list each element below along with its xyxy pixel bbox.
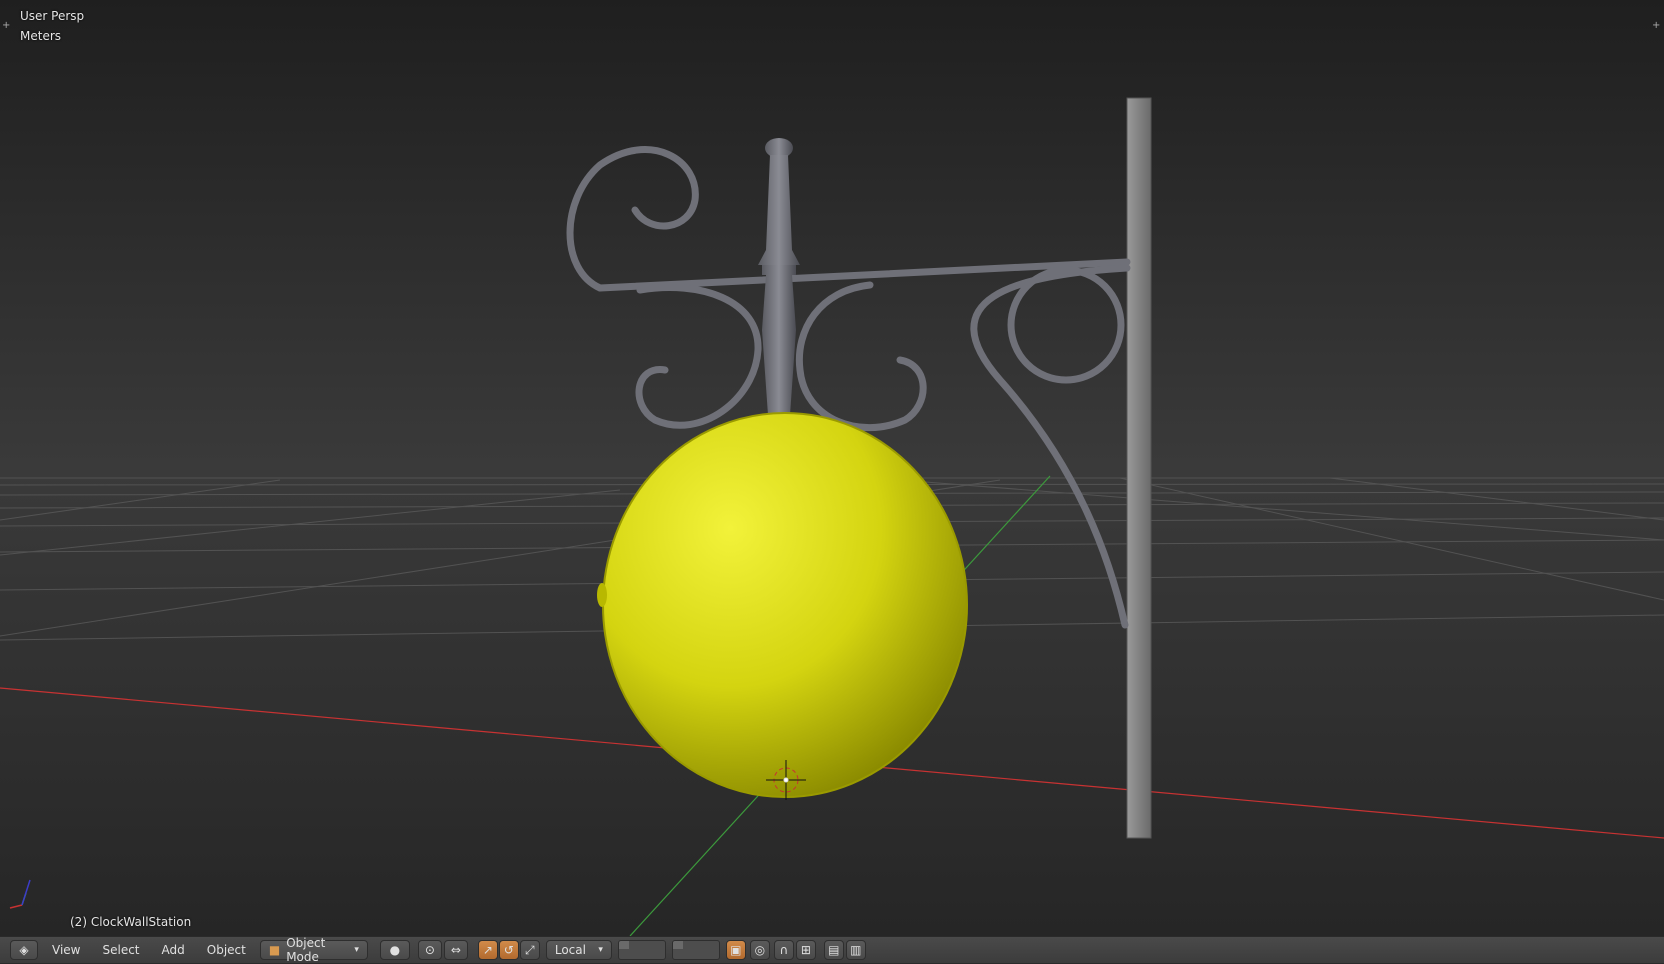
3d-viewport[interactable]: User Persp Meters (2) ClockWallStation +… [0, 0, 1664, 936]
dropdown-arrow-icon: ▾ [354, 945, 359, 955]
proportional-icon: ◎ [754, 943, 766, 957]
snap-toggle-button[interactable]: ∩ [773, 940, 794, 960]
menu-select[interactable]: Select [94, 940, 147, 960]
pivot-point-button[interactable]: ⊙ [417, 940, 442, 960]
mode-selector[interactable]: ■ Object Mode ▾ [259, 936, 368, 964]
dropdown-arrow-icon: ▾ [598, 945, 603, 955]
viewport-header-toolbar: ◈ View Select Add Object ■ Object Mode ▾… [0, 936, 1664, 964]
rotate-icon: ↺ [503, 943, 514, 957]
translate-manipulator-button[interactable]: ↗ [477, 940, 498, 960]
layer-buttons-1[interactable] [617, 940, 666, 960]
scale-manipulator-button[interactable]: ⤢ [519, 940, 540, 960]
scale-icon: ⤢ [525, 942, 535, 957]
lock-camera-button[interactable]: ▣ [725, 940, 746, 960]
menu-add[interactable]: Add [154, 940, 193, 960]
magnet-icon: ∩ [779, 943, 789, 957]
menu-object[interactable]: Object [199, 940, 254, 960]
area-split-handle-right[interactable]: + [1652, 20, 1660, 31]
viewport-scene[interactable] [0, 0, 1664, 936]
menu-view[interactable]: View [44, 940, 88, 960]
viewport-shading-button[interactable]: ● [379, 940, 410, 960]
render-opengl-button[interactable]: ▤ [823, 940, 844, 960]
render-animation-button[interactable]: ▥ [845, 940, 866, 960]
manipulator-icon: ⇔ [450, 943, 461, 957]
manipulator-toggle-button[interactable]: ⇔ [443, 940, 468, 960]
orientation-label: Local [554, 943, 586, 957]
clock-knob [597, 583, 607, 607]
camera-icon: ▤ [828, 943, 840, 957]
area-split-handle-left[interactable]: + [2, 20, 10, 31]
view-name-label: User Persp [20, 9, 85, 23]
wall-post [1126, 97, 1152, 839]
snap-element-button[interactable]: ⊞ [795, 940, 816, 960]
snap-icon: ⊞ [800, 943, 811, 957]
editor-type-icon[interactable]: ◈ [10, 940, 38, 960]
clapper-icon: ▥ [850, 943, 862, 957]
cube-icon: ■ [268, 943, 281, 957]
units-label: Meters [20, 29, 62, 43]
mode-label: Object Mode [286, 936, 326, 964]
layer-buttons-2[interactable] [671, 940, 720, 960]
lock-icon: ▣ [730, 943, 742, 957]
translate-icon: ↗ [482, 943, 493, 957]
proportional-edit-button[interactable]: ◎ [749, 940, 770, 960]
rotate-manipulator-button[interactable]: ↺ [498, 940, 519, 960]
clock-face [602, 412, 968, 798]
pivot-icon: ⊙ [424, 943, 435, 957]
orientation-selector[interactable]: Local ▾ [545, 940, 612, 960]
object-name-label: (2) ClockWallStation [70, 915, 192, 929]
sphere-icon: ● [389, 943, 401, 957]
